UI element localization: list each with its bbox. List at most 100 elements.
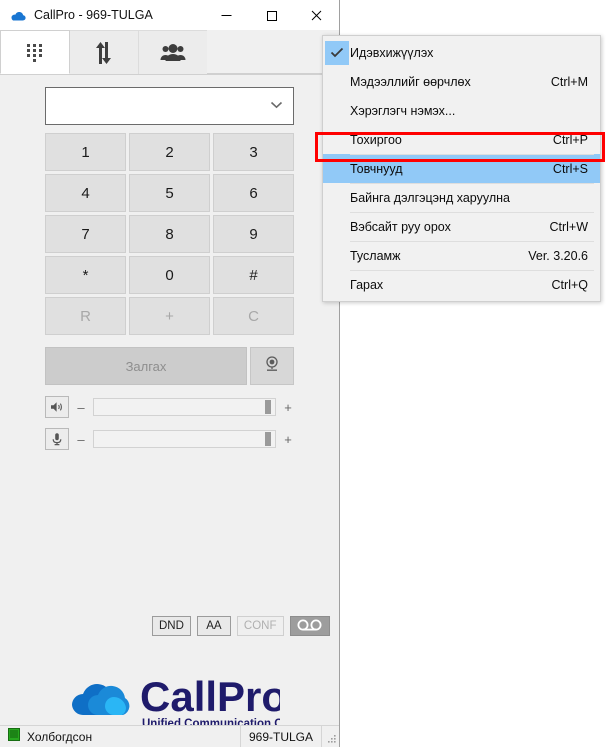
window-controls [204, 0, 339, 30]
minimize-icon[interactable] [204, 0, 249, 30]
contacts-people-icon [160, 43, 186, 63]
menu-item-open-website[interactable]: Вэбсайт руу орох Ctrl+W [323, 212, 600, 241]
menu-item-accel: Ctrl+P [552, 132, 588, 147]
menu-gutter [323, 212, 350, 241]
resize-grip-icon[interactable] [322, 726, 339, 747]
menu-item-label: Хэрэглэгч нэмэх... [350, 103, 456, 118]
auto-answer-button[interactable]: AA [196, 616, 231, 636]
key-9[interactable]: 9 [213, 215, 294, 253]
call-row: Залгах [45, 347, 294, 385]
dialer-panel: 1 2 3 4 5 6 7 8 9 * 0 # R + C Залгах – +… [0, 75, 339, 730]
speaker-slider[interactable] [93, 398, 276, 416]
key-r[interactable]: R [45, 297, 126, 335]
cloud-icon [10, 10, 26, 21]
menu-gutter [323, 183, 350, 212]
dnd-button[interactable]: DND [152, 616, 191, 636]
menu-gutter [323, 38, 350, 67]
status-bar: Холбогдсон 969-TULGA [0, 725, 339, 747]
key-star[interactable]: * [45, 256, 126, 294]
menu-gutter [323, 154, 350, 183]
menu-item-activate[interactable]: Идэвхижүүлэх [323, 38, 600, 67]
menu-item-always-on-top[interactable]: Байнга дэлгэцэнд харуулна [323, 183, 600, 212]
key-0[interactable]: 0 [129, 256, 210, 294]
callpro-window: CallPro - 969-TULGA 1 2 3 4 5 6 7 8 9 * … [0, 0, 340, 747]
menu-item-accel: Ctrl+M [550, 74, 588, 89]
number-input[interactable] [45, 87, 294, 125]
voicemail-button[interactable] [289, 616, 330, 636]
menu-gutter [323, 241, 350, 270]
key-3[interactable]: 3 [213, 133, 294, 171]
key-2[interactable]: 2 [129, 133, 210, 171]
voicemail-icon [295, 618, 325, 635]
key-8[interactable]: 8 [129, 215, 210, 253]
menu-item-label: Идэвхижүүлэх [350, 45, 434, 60]
window-title: CallPro - 969-TULGA [34, 8, 153, 22]
key-4[interactable]: 4 [45, 174, 126, 212]
menu-gutter [323, 270, 350, 299]
microphone-slider[interactable] [93, 430, 276, 448]
menu-gutter [323, 125, 350, 154]
status-left: Холбогдсон [0, 727, 240, 746]
maximize-icon[interactable] [249, 0, 294, 30]
feature-toggles: DND AA CONF [152, 616, 330, 636]
menu-item-settings[interactable]: Тохиргоо Ctrl+P [323, 125, 600, 154]
tab-strip-filler [207, 30, 339, 74]
menu-item-label: Товчнууд [350, 161, 403, 176]
menu-item-label: Мэдээллийг өөрчлөх [350, 74, 471, 89]
microphone-increase-button[interactable]: + [282, 433, 294, 446]
speaker-icon[interactable] [45, 396, 69, 418]
chevron-down-icon[interactable] [270, 101, 283, 112]
speaker-volume-row: – + [45, 395, 294, 419]
microphone-decrease-button[interactable]: – [75, 433, 87, 446]
microphone-volume-row: – + [45, 427, 294, 451]
conference-button[interactable]: CONF [236, 616, 284, 636]
menu-gutter [323, 96, 350, 125]
microphone-icon[interactable] [45, 428, 69, 450]
screen: CallPro - 969-TULGA 1 2 3 4 5 6 7 8 9 * … [0, 0, 608, 747]
menu-item-exit[interactable]: Гарах Ctrl+Q [323, 270, 600, 299]
key-7[interactable]: 7 [45, 215, 126, 253]
menu-item-accel: Ver. 3.20.6 [528, 248, 588, 263]
menu-item-edit-info[interactable]: Мэдээллийг өөрчлөх Ctrl+M [323, 67, 600, 96]
speaker-decrease-button[interactable]: – [75, 401, 87, 414]
app-context-menu: Идэвхижүүлэх Мэдээллийг өөрчлөх Ctrl+M Х… [322, 35, 601, 302]
menu-item-label: Тохиргоо [350, 132, 402, 147]
menu-item-label: Байнга дэлгэцэнд харуулна [350, 190, 510, 205]
menu-item-accel: Ctrl+S [552, 161, 588, 176]
tab-history[interactable] [69, 30, 139, 74]
menu-item-accel: Ctrl+W [549, 219, 588, 234]
call-history-arrows-icon [93, 41, 115, 65]
title-bar-left: CallPro - 969-TULGA [0, 8, 153, 22]
key-1[interactable]: 1 [45, 133, 126, 171]
svg-text:CallPro: CallPro [140, 673, 280, 720]
menu-item-accel: Ctrl+Q [551, 277, 588, 292]
menu-item-add-user[interactable]: Хэрэглэгч нэмэх... [323, 96, 600, 125]
menu-item-buttons[interactable]: Товчнууд Ctrl+S [323, 154, 600, 183]
microphone-slider-thumb[interactable] [265, 432, 271, 446]
keypad: 1 2 3 4 5 6 7 8 9 * 0 # R + C [45, 133, 294, 335]
tab-strip [0, 30, 339, 75]
key-5[interactable]: 5 [129, 174, 210, 212]
menu-gutter [323, 67, 350, 96]
webcam-icon [263, 355, 281, 378]
key-hash[interactable]: # [213, 256, 294, 294]
title-bar: CallPro - 969-TULGA [0, 0, 339, 30]
key-plus[interactable]: + [129, 297, 210, 335]
menu-item-label: Тусламж [350, 248, 401, 263]
connected-icon [8, 727, 20, 746]
status-text: Холбогдсон [27, 729, 93, 744]
key-6[interactable]: 6 [213, 174, 294, 212]
key-c[interactable]: C [213, 297, 294, 335]
menu-item-label: Гарах [350, 277, 384, 292]
call-button[interactable]: Залгах [45, 347, 247, 385]
check-icon [324, 40, 349, 65]
close-icon[interactable] [294, 0, 339, 30]
speaker-increase-button[interactable]: + [282, 401, 294, 414]
tab-contacts[interactable] [138, 30, 208, 74]
dialpad-icon [24, 41, 46, 63]
video-call-button[interactable] [250, 347, 294, 385]
menu-item-help[interactable]: Тусламж Ver. 3.20.6 [323, 241, 600, 270]
tab-dialpad[interactable] [0, 30, 70, 74]
menu-item-label: Вэбсайт руу орох [350, 219, 451, 234]
speaker-slider-thumb[interactable] [265, 400, 271, 414]
